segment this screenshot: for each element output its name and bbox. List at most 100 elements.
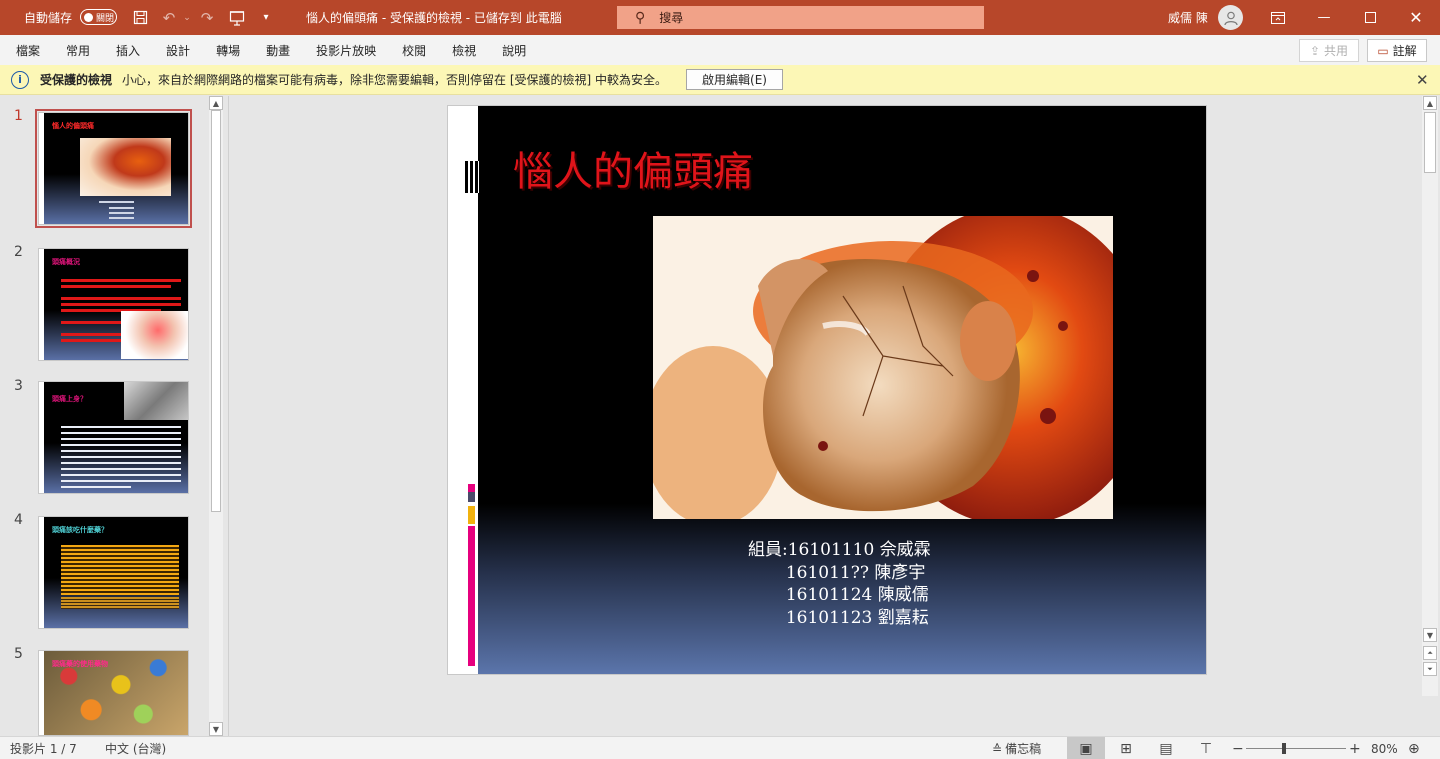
customize-qat-icon[interactable]: ▾: [257, 0, 275, 35]
previous-slide-icon[interactable]: ⏶: [1423, 646, 1437, 660]
close-bar-icon[interactable]: ✕: [1416, 71, 1429, 89]
tab-view[interactable]: 檢視: [439, 35, 489, 65]
avatar-icon[interactable]: [1218, 5, 1243, 30]
comments-button[interactable]: ▭ 註解: [1367, 39, 1427, 62]
member-line: 16101124 陳威儒: [748, 585, 929, 605]
protected-view-title: 受保護的檢視: [40, 73, 113, 87]
enable-editing-button[interactable]: 啟用編輯(E): [686, 69, 783, 90]
undo-dropdown-icon[interactable]: ⌄: [178, 0, 196, 35]
slide-members-text[interactable]: 組員:16101110 佘威霖 161011?? 陳彥宇 16101124 陳威…: [748, 539, 931, 629]
thumbnail-slide-3[interactable]: 頭痛上身？: [38, 381, 189, 494]
member-line: 161011?? 陳彥宇: [748, 562, 926, 583]
thumbnail-title: 頭痛該吃什麼藥？: [52, 526, 108, 534]
close-icon[interactable]: ✕: [1393, 0, 1439, 35]
search-icon: ⚲: [635, 9, 646, 26]
tab-slideshow[interactable]: 投影片放映: [303, 35, 389, 65]
undo-icon[interactable]: ↶: [160, 0, 178, 35]
slide-scrollbar[interactable]: ▲ ▼ ⏶ ⏷: [1422, 96, 1438, 696]
thumbnail-text-line: [109, 212, 134, 214]
language-indicator[interactable]: 中文 (台灣): [105, 737, 166, 759]
thumbnail-text-line: [61, 456, 181, 458]
thumbnail-text-line: [61, 279, 181, 282]
current-slide[interactable]: 惱人的偏頭痛 組員:16101110 佘威霖 161011?? 陳彥宇 1610…: [447, 105, 1207, 675]
slide-title[interactable]: 惱人的偏頭痛: [513, 139, 753, 197]
slide-image[interactable]: [653, 216, 1113, 519]
autosave-toggle[interactable]: 關閉: [80, 9, 117, 25]
thumbnail-slide-4[interactable]: 頭痛該吃什麼藥？: [38, 516, 189, 629]
zoom-level[interactable]: 80%: [1371, 737, 1398, 759]
fit-to-window-icon[interactable]: ⊕: [1408, 737, 1420, 759]
tab-animations[interactable]: 動畫: [253, 35, 303, 65]
tab-transitions[interactable]: 轉場: [203, 35, 253, 65]
thumbnail-text-line: [109, 207, 134, 209]
redo-icon[interactable]: ↷: [198, 0, 216, 35]
ribbon-display-options-icon[interactable]: [1255, 0, 1301, 35]
slide-color-strip: [468, 526, 475, 666]
slide-color-strip: [468, 506, 475, 524]
scroll-up-icon[interactable]: ▲: [1423, 96, 1437, 110]
normal-view-icon[interactable]: ▣: [1067, 737, 1105, 759]
notes-icon: ≙: [992, 741, 1003, 756]
search-box[interactable]: ⚲ 搜尋: [617, 6, 984, 29]
thumbnail-text-line: [109, 217, 134, 219]
thumbnail-text-line: [61, 474, 181, 476]
notes-label: 備忘稿: [1005, 742, 1042, 756]
scroll-down-icon[interactable]: ▼: [1423, 628, 1437, 642]
scroll-down-icon[interactable]: ▼: [209, 722, 223, 736]
tab-insert[interactable]: 插入: [103, 35, 153, 65]
member-line: 組員:16101110 佘威霖: [748, 540, 931, 560]
slideshow-view-icon[interactable]: ⊤: [1187, 737, 1225, 759]
slide-barcode-mark: [465, 161, 479, 193]
slide-sorter-icon[interactable]: ⊞: [1107, 737, 1145, 759]
comment-icon: ▭: [1377, 43, 1389, 58]
autosave-label: 自動儲存: [24, 11, 73, 25]
protected-view-bar: i 受保護的檢視 小心，來自於網際網路的檔案可能有病毒，除非您需要編輯，否則停留…: [0, 65, 1440, 95]
thumbnail-text-line: [61, 339, 121, 342]
scrollbar-thumb[interactable]: [211, 110, 221, 512]
tab-help[interactable]: 說明: [489, 35, 539, 65]
thumbnail-slide-2[interactable]: 頭痛概況: [38, 248, 189, 361]
tab-file[interactable]: 檔案: [0, 35, 53, 65]
thumbnail-text-line: [61, 444, 181, 446]
thumbnail-title: 頭痛上身？: [52, 395, 87, 403]
comments-label: 註解: [1392, 44, 1417, 58]
share-button[interactable]: ⇪ 共用: [1299, 39, 1359, 62]
save-icon[interactable]: [131, 0, 149, 35]
tab-review[interactable]: 校閱: [389, 35, 439, 65]
toggle-knob: [84, 12, 93, 22]
thumbnail-image: [121, 311, 188, 359]
next-slide-icon[interactable]: ⏷: [1423, 662, 1437, 676]
tab-design[interactable]: 設計: [153, 35, 203, 65]
user-name[interactable]: 威儒 陳: [1168, 0, 1208, 35]
zoom-out-icon[interactable]: −: [1232, 737, 1244, 759]
thumbnail-number: 3: [14, 378, 23, 394]
thumbnail-slide-1[interactable]: 惱人的偏頭痛: [35, 109, 192, 228]
scroll-up-icon[interactable]: ▲: [209, 96, 223, 110]
thumbnail-text-line: [61, 486, 131, 488]
autosave-state: 關閉: [96, 13, 115, 24]
reading-view-icon[interactable]: ▤: [1147, 737, 1185, 759]
minimize-icon[interactable]: —: [1301, 0, 1347, 35]
tab-home[interactable]: 常用: [53, 35, 103, 65]
thumbnail-title: 頭痛概況: [52, 258, 80, 266]
slide-color-strip: [468, 484, 475, 492]
thumbnail-number: 1: [14, 108, 23, 124]
scrollbar-thumb[interactable]: [1424, 112, 1436, 173]
notes-button[interactable]: ≙ 備忘稿: [992, 737, 1041, 759]
thumbnail-number: 2: [14, 244, 23, 260]
thumbnail-text-line: [61, 426, 181, 428]
thumbnail-slide-5[interactable]: 頭痛藥的使用藥物: [38, 650, 189, 736]
slide-thumbnails-pane: 1 惱人的偏頭痛 2 頭痛概況 3 頭痛上身？ 4 頭痛該吃什麼藥？ 5 頭痛藥…: [0, 96, 229, 736]
thumbnail-image: [80, 138, 171, 196]
slide-color-strip: [468, 492, 475, 502]
thumbnails-scrollbar[interactable]: ▲ ▼: [209, 96, 223, 736]
thumbnail-side-bar: [39, 382, 44, 493]
present-from-start-icon[interactable]: [228, 0, 246, 35]
protected-view-message: 小心，來自於網際網路的檔案可能有病毒，除非您需要編輯，否則停留在 [受保護的檢視…: [122, 73, 668, 87]
zoom-slider-thumb[interactable]: [1282, 743, 1286, 754]
maximize-icon[interactable]: [1347, 0, 1393, 35]
thumbnail-text-line: [99, 201, 134, 203]
zoom-in-icon[interactable]: +: [1349, 737, 1361, 759]
thumbnail-number: 5: [14, 646, 23, 662]
zoom-slider-track[interactable]: [1246, 748, 1346, 749]
